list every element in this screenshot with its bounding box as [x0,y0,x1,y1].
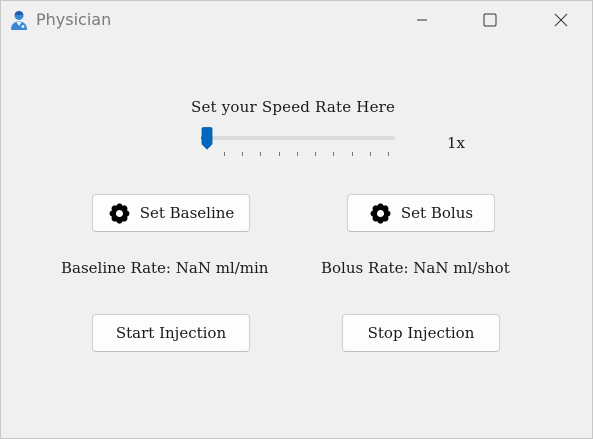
maximize-icon [483,13,497,27]
slider-tick [242,152,244,156]
minimize-icon [416,14,428,26]
slider-tick [260,152,262,156]
speed-value: 1x [447,134,466,152]
physician-window: Physician Set your Speed Rate Here 1x Se… [0,0,593,439]
set-bolus-label: Set Bolus [400,204,474,222]
bolus-rate-text: Bolus Rate: NaN ml/shot [321,259,510,277]
start-injection-button[interactable]: Start Injection [92,314,250,352]
slider-tick [278,152,280,156]
slider-tick [351,152,353,156]
slider-tick [369,152,371,156]
stop-injection-button[interactable]: Stop Injection [342,314,500,352]
baseline-rate-text: Baseline Rate: NaN ml/min [61,259,269,277]
slider-tick [224,152,225,156]
set-baseline-label: Set Baseline [139,204,235,222]
slider-track[interactable] [201,136,395,140]
slider-tick [388,152,389,156]
slider-thumb[interactable] [201,127,213,150]
minimize-button[interactable] [399,1,445,39]
slider-tick [315,152,317,156]
set-baseline-button[interactable]: Set Baseline [92,194,250,232]
doctor-icon [10,10,28,30]
close-icon [554,13,568,27]
speed-rate-label: Set your Speed Rate Here [191,98,396,116]
slider-tick [333,152,335,156]
title-bar[interactable]: Physician [1,1,592,41]
close-button[interactable] [538,1,584,39]
speed-slider[interactable] [197,127,397,157]
maximize-button[interactable] [467,1,513,39]
window-title: Physician [36,10,112,29]
slider-tick [296,152,298,156]
gear-icon [108,202,131,225]
gear-icon [369,202,392,225]
set-bolus-button[interactable]: Set Bolus [347,194,495,232]
